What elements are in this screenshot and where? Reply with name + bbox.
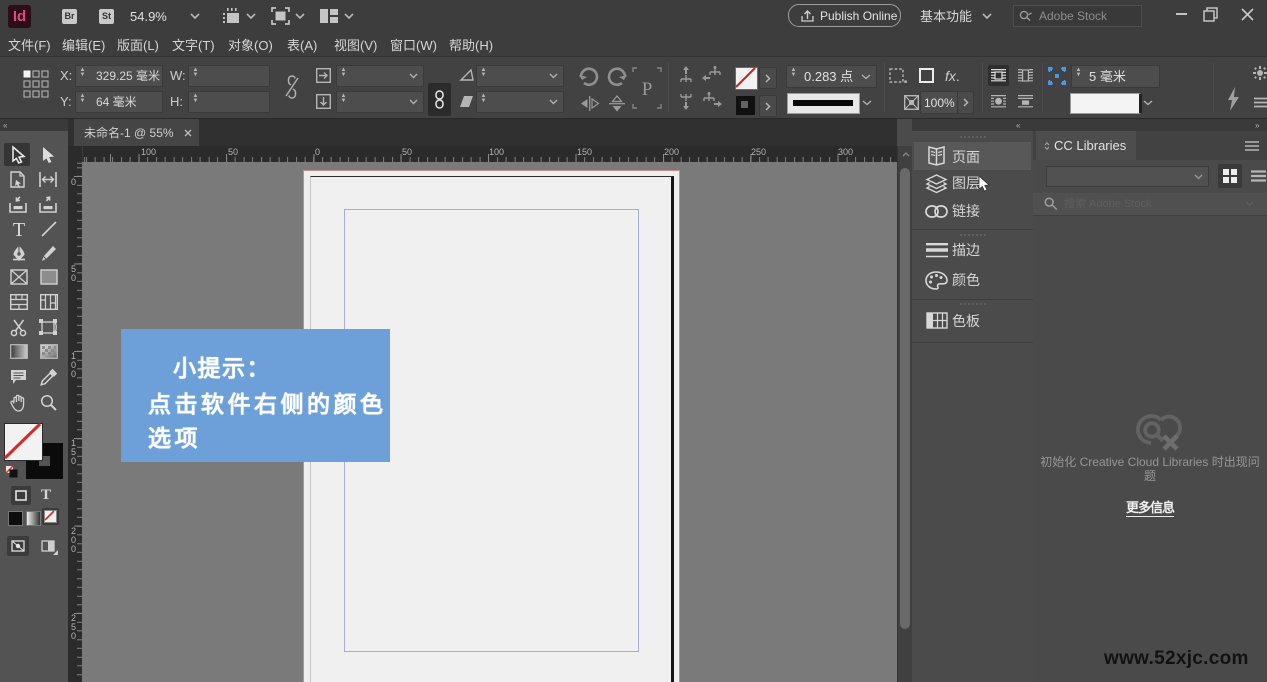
svg-text:P: P — [642, 79, 653, 100]
svg-text:T: T — [13, 219, 25, 241]
